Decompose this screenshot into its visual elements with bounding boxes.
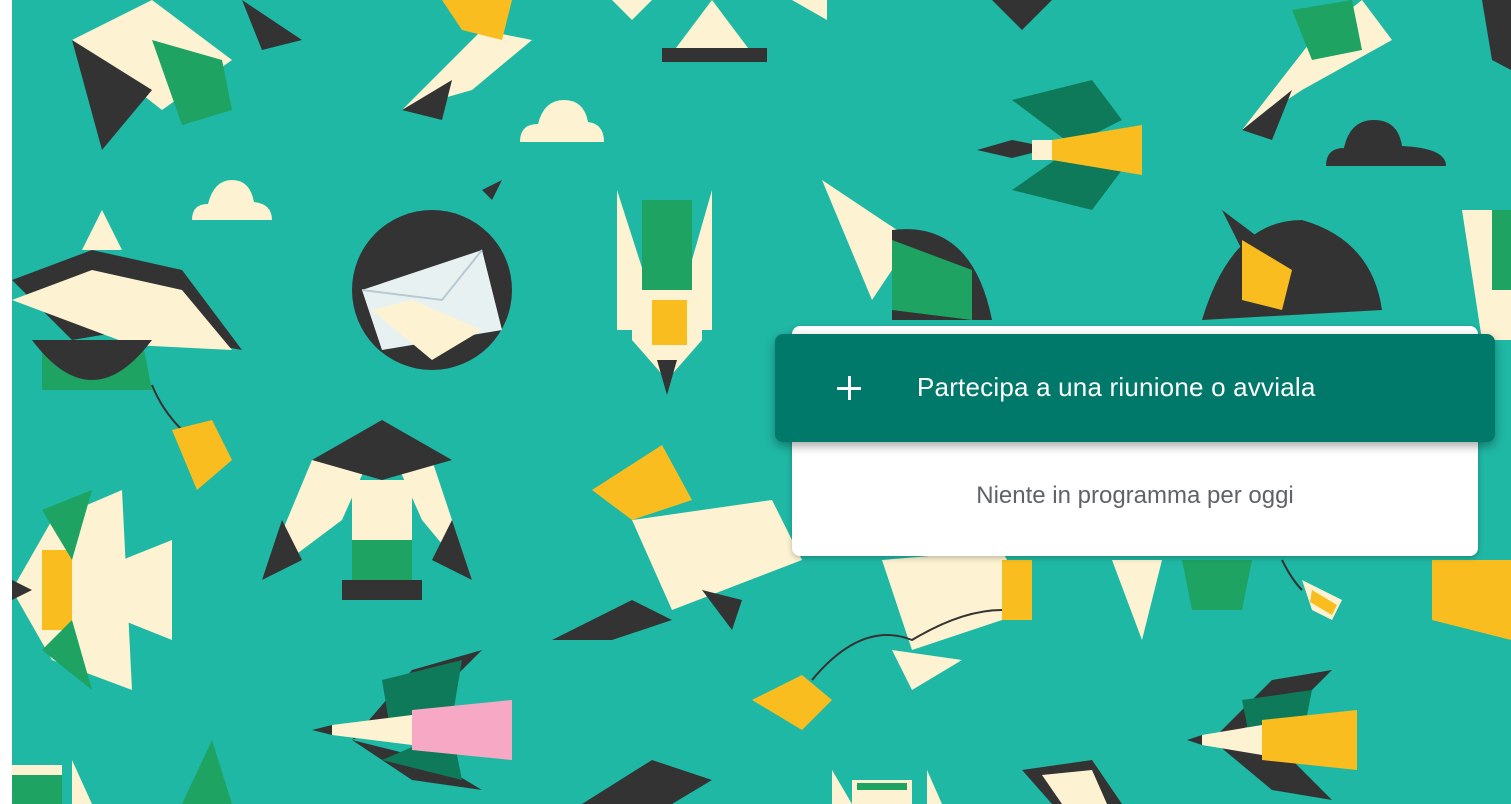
bird-icon [822, 180, 992, 320]
bird-icon [832, 770, 942, 804]
bird-icon [612, 0, 827, 62]
bird-icon [582, 760, 712, 804]
bird-icon [552, 445, 802, 640]
plus-icon [837, 376, 861, 400]
bird-icon [1202, 210, 1382, 320]
bird-icon [12, 490, 172, 690]
bird-icon [882, 550, 1032, 690]
bird-icon [352, 180, 512, 370]
bird-icon [1482, 0, 1511, 70]
bird-icon [1112, 560, 1252, 640]
cloud-icon [1326, 120, 1446, 166]
bird-icon [182, 740, 232, 804]
bird-icon [262, 420, 472, 600]
bird-icon [12, 210, 242, 390]
bird-icon [12, 760, 92, 804]
bird-icon [992, 0, 1052, 30]
bird-icon [977, 80, 1142, 210]
tag-icon [151, 384, 232, 490]
join-button-label: Partecipa a una riunione o avviala [917, 372, 1316, 402]
bird-icon [72, 0, 302, 150]
empty-schedule-text: Niente in programma per oggi [976, 482, 1294, 509]
bird-icon [1242, 0, 1392, 140]
bird-icon [402, 0, 532, 120]
bird-icon [1187, 670, 1357, 800]
bird-icon [1462, 210, 1511, 340]
bird-icon [1432, 560, 1511, 640]
bird-icon [1022, 760, 1122, 804]
cloud-icon [192, 180, 272, 220]
tag-icon [1281, 559, 1342, 620]
bird-icon [312, 650, 512, 790]
bird-icon [617, 190, 712, 395]
join-or-start-meeting-button[interactable]: Partecipa a una riunione o avviala [775, 334, 1495, 442]
cloud-icon [520, 100, 604, 142]
